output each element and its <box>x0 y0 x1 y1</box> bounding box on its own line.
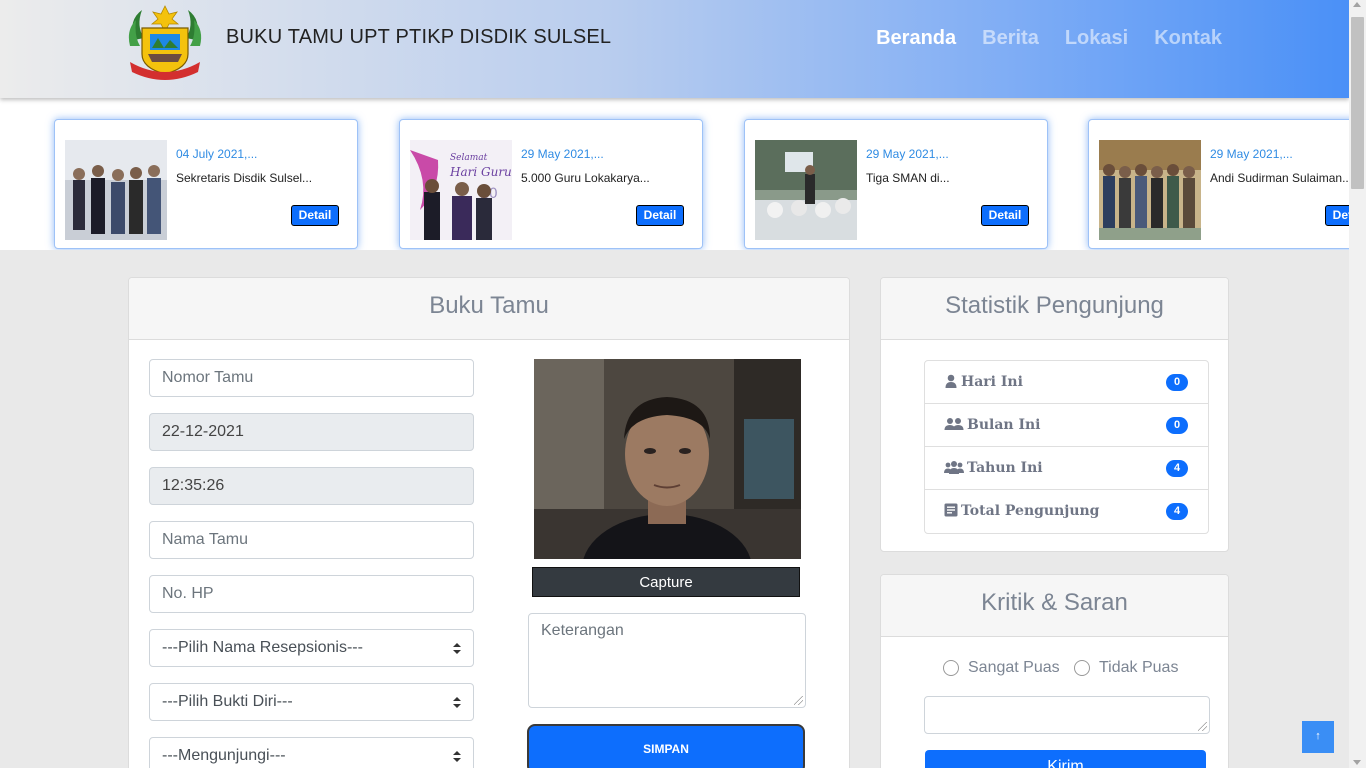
news-title: Sekretaris Disdik Sulsel... <box>176 171 313 185</box>
page-scrollbar[interactable] <box>1349 0 1366 768</box>
news-thumbnail <box>1099 140 1201 240</box>
document-icon <box>944 503 958 517</box>
sulsel-logo[interactable] <box>122 2 208 82</box>
navbar: BUKU TAMU UPT PTIKP DISDIK SULSEL Berand… <box>0 0 1349 98</box>
stat-badge: 4 <box>1166 460 1188 477</box>
keterangan-placeholder: Keterangan <box>541 622 624 639</box>
webcam-preview <box>534 359 801 559</box>
news-date: 29 May 2021,... <box>1210 147 1293 161</box>
feedback-panel: Kritik & Saran Sangat Puas Tidak Puas Ki… <box>880 574 1229 768</box>
stat-badge: 4 <box>1166 503 1188 520</box>
detail-button[interactable]: Detail <box>1325 205 1349 226</box>
svg-text:Hari Guru: Hari Guru <box>449 165 512 179</box>
option-label: Tidak Puas <box>1099 659 1179 676</box>
capture-button[interactable]: Capture <box>532 567 800 597</box>
date-field: 22-12-2021 <box>149 413 474 451</box>
mengunjungi-select-value: ---Mengunjungi--- <box>162 747 286 764</box>
news-carousel: 04 July 2021,... Sekretaris Disdik Sulse… <box>0 98 1349 250</box>
guestbook-panel: Buku Tamu Nomor Tamu 22-12-2021 12:35:26… <box>128 277 850 768</box>
scroll-to-top-button[interactable]: ↑ <box>1302 721 1334 753</box>
nav-berita[interactable]: Berita <box>982 27 1039 50</box>
stat-label: Hari Ini <box>961 374 1023 390</box>
feedback-textarea[interactable] <box>924 696 1210 734</box>
statistics-list: Hari Ini 0 Bulan Ini 0 Tahun Ini 4 Total… <box>924 360 1209 534</box>
news-card[interactable]: 29 May 2021,... Andi Sudirman Sulaiman..… <box>1088 119 1349 249</box>
scroll-up-arrow-icon[interactable] <box>1353 2 1361 7</box>
statistics-panel: Statistik Pengunjung Hari Ini 0 Bulan In… <box>880 277 1229 552</box>
users-group-icon <box>944 461 964 474</box>
select-arrow-icon <box>453 697 461 709</box>
select-arrow-icon <box>453 643 461 655</box>
option-tidak-puas[interactable]: Tidak Puas <box>1074 659 1178 677</box>
statistics-title: Statistik Pengunjung <box>881 278 1228 340</box>
keterangan-textarea[interactable]: Keterangan <box>528 613 806 708</box>
nav-beranda[interactable]: Beranda <box>876 27 956 50</box>
news-title: Tiga SMAN di... <box>866 171 950 185</box>
news-thumbnail <box>65 140 167 240</box>
user-pair-icon <box>944 418 964 430</box>
option-label: Sangat Puas <box>968 659 1060 676</box>
time-field: 12:35:26 <box>149 467 474 505</box>
detail-button[interactable]: Detail <box>636 205 684 226</box>
nav-lokasi[interactable]: Lokasi <box>1065 27 1128 50</box>
resepsionis-select-value: ---Pilih Nama Resepsionis--- <box>162 639 363 656</box>
resepsionis-select[interactable]: ---Pilih Nama Resepsionis--- <box>149 629 474 667</box>
scroll-down-arrow-icon[interactable] <box>1353 760 1361 765</box>
nama-tamu-input[interactable]: Nama Tamu <box>149 521 474 559</box>
user-icon <box>945 374 957 388</box>
scrollbar-thumb[interactable] <box>1351 17 1364 189</box>
brand-title[interactable]: BUKU TAMU UPT PTIKP DISDIK SULSEL <box>226 26 611 49</box>
nomor-tamu-input[interactable]: Nomor Tamu <box>149 359 474 397</box>
news-thumbnail <box>755 140 857 240</box>
news-card[interactable]: 29 May 2021,... Tiga SMAN di... Detail <box>744 119 1048 249</box>
resize-grip-icon[interactable] <box>794 696 803 705</box>
radio-tidak-puas[interactable] <box>1074 660 1090 676</box>
kirim-button[interactable]: Kirim <box>925 750 1206 768</box>
stat-badge: 0 <box>1166 417 1188 434</box>
detail-button[interactable]: Detail <box>981 205 1029 226</box>
news-date: 04 July 2021,... <box>176 147 258 161</box>
select-arrow-icon <box>453 751 461 763</box>
stat-hari-ini: Hari Ini 0 <box>925 361 1208 404</box>
stat-label: Bulan Ini <box>967 417 1041 433</box>
news-card[interactable]: 04 July 2021,... Sekretaris Disdik Sulse… <box>54 119 358 249</box>
news-title: Andi Sudirman Sulaiman... <box>1210 171 1349 185</box>
resize-grip-icon[interactable] <box>1198 722 1207 731</box>
news-date: 29 May 2021,... <box>521 147 604 161</box>
stat-label: Tahun Ini <box>967 460 1043 476</box>
nav-kontak[interactable]: Kontak <box>1154 27 1222 50</box>
nav-menu: Beranda Berita Lokasi Kontak <box>876 27 1222 50</box>
stat-badge: 0 <box>1166 374 1188 391</box>
bukti-diri-select[interactable]: ---Pilih Bukti Diri--- <box>149 683 474 721</box>
news-thumbnail: Selamat Hari Guru 20 <box>410 140 512 240</box>
no-hp-input[interactable]: No. HP <box>149 575 474 613</box>
simpan-button[interactable]: SIMPAN <box>527 724 805 768</box>
radio-sangat-puas[interactable] <box>943 660 959 676</box>
mengunjungi-select[interactable]: ---Mengunjungi--- <box>149 737 474 768</box>
stat-bulan-ini: Bulan Ini 0 <box>925 404 1208 447</box>
stat-tahun-ini: Tahun Ini 4 <box>925 447 1208 490</box>
feedback-title: Kritik & Saran <box>881 575 1228 637</box>
news-date: 29 May 2021,... <box>866 147 949 161</box>
news-card[interactable]: Selamat Hari Guru 20 29 May 2021,... 5.0… <box>399 119 703 249</box>
news-title: 5.000 Guru Lokakarya... <box>521 171 650 185</box>
stat-total: Total Pengunjung 4 <box>925 490 1208 533</box>
bukti-diri-select-value: ---Pilih Bukti Diri--- <box>162 693 293 710</box>
option-sangat-puas[interactable]: Sangat Puas <box>943 659 1060 677</box>
svg-text:Selamat: Selamat <box>450 153 488 163</box>
detail-button[interactable]: Detail <box>291 205 339 226</box>
stat-label: Total Pengunjung <box>961 503 1100 519</box>
guestbook-title: Buku Tamu <box>129 278 849 340</box>
